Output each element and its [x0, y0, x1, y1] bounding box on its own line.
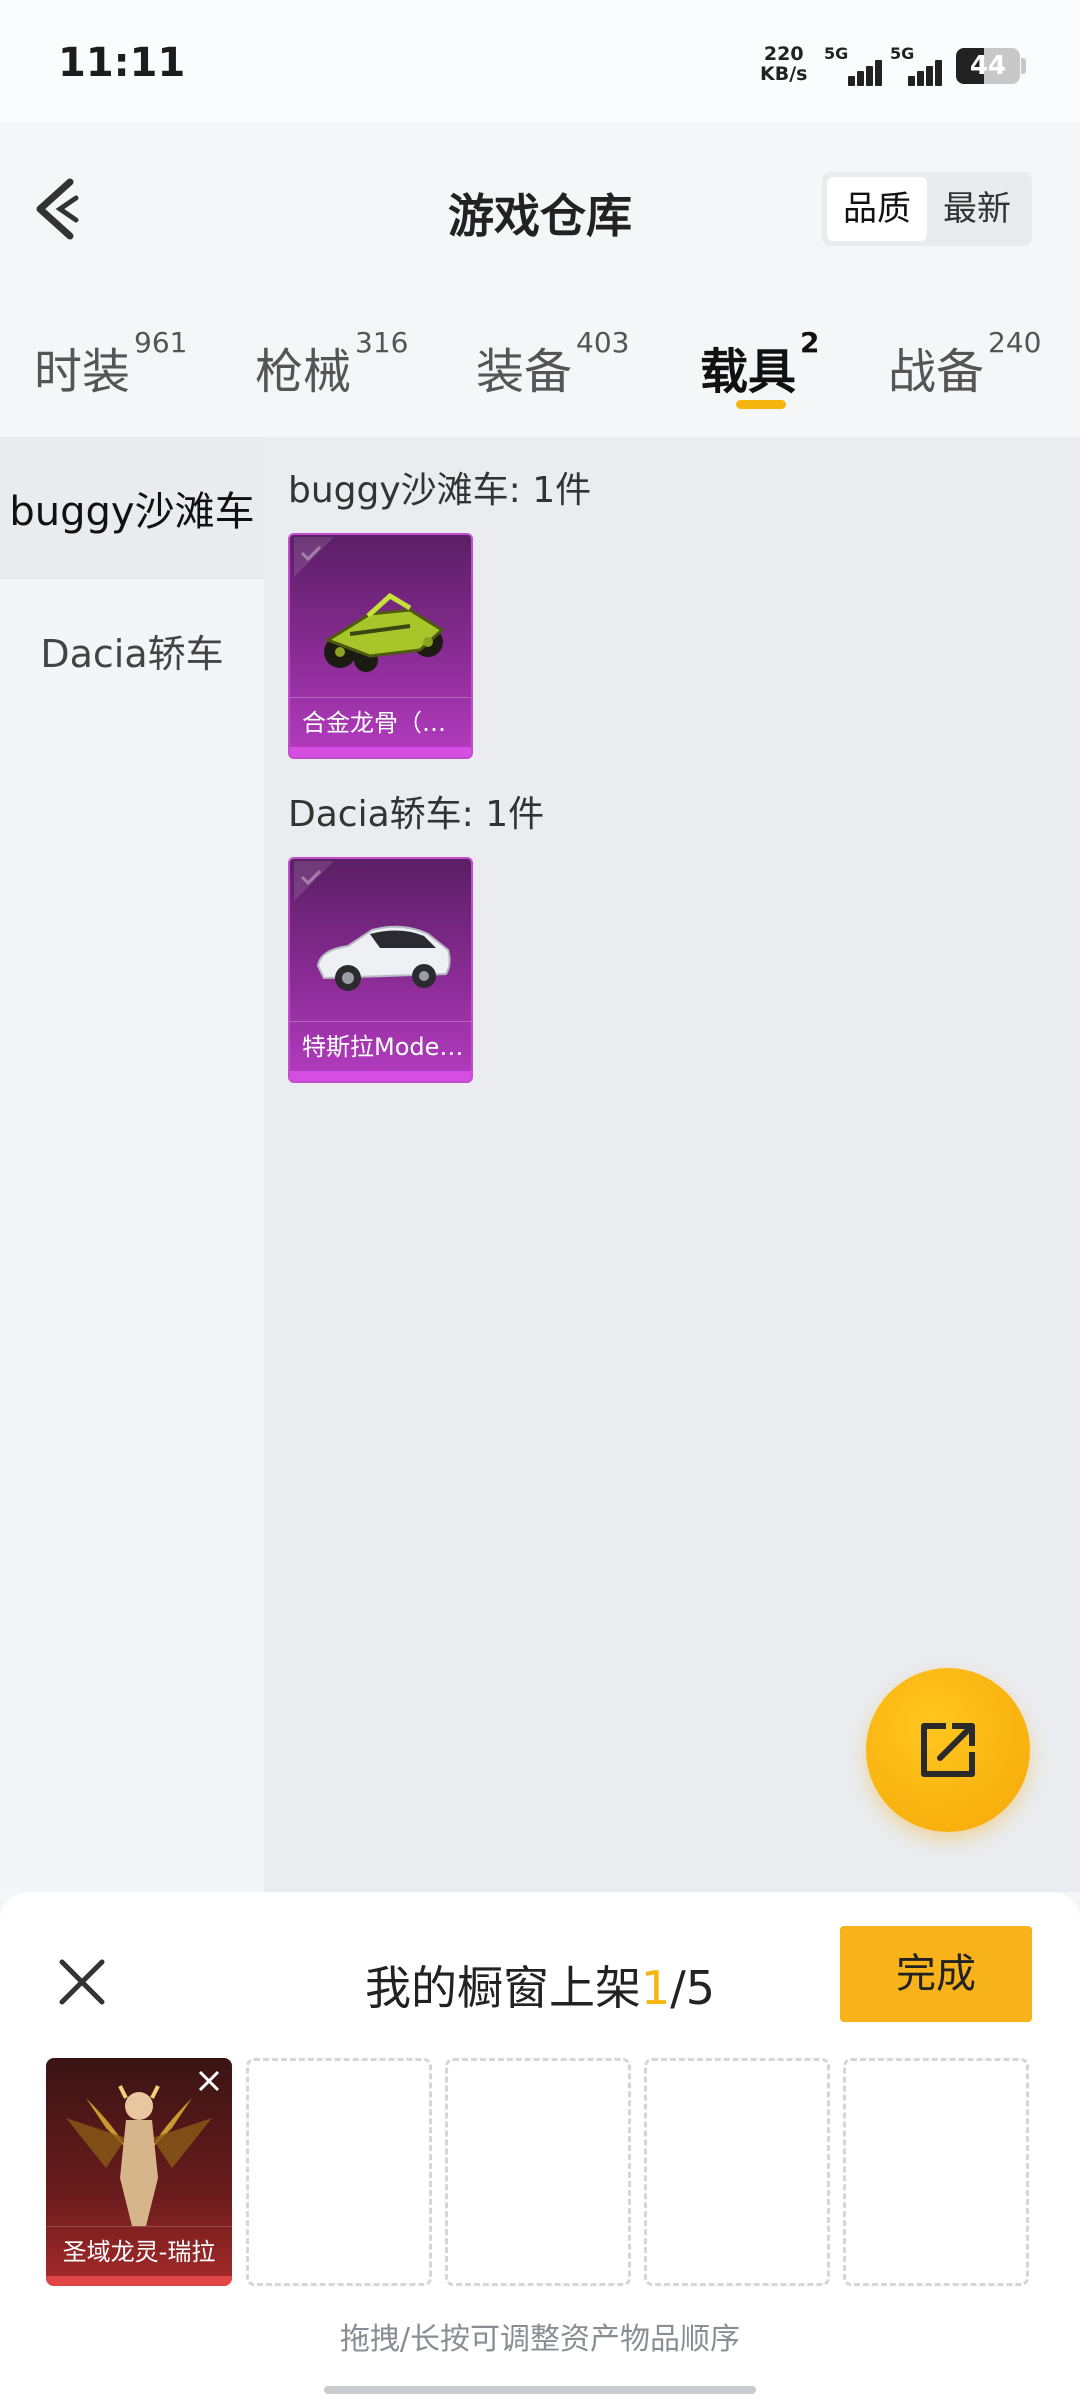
reorder-hint: 拖拽/长按可调整资产物品顺序	[339, 2322, 741, 2357]
tab-count: 316	[355, 326, 409, 359]
category-tabs: 时装961 枪械316 装备403 载具2 战备240	[0, 292, 1080, 437]
showcase-slot-empty[interactable]	[644, 2058, 830, 2286]
rarity-strip	[290, 747, 471, 757]
showcase-current-count: 1	[640, 1961, 671, 2015]
item-card[interactable]: 合金龙骨（…	[288, 533, 473, 759]
sidebar-item-dacia[interactable]: Dacia轿车	[0, 579, 264, 721]
showcase-title-text: 我的橱窗上架	[364, 1961, 641, 2015]
tab-count: 2	[800, 326, 820, 359]
back-icon[interactable]	[30, 174, 86, 244]
network-speed: 220 KB/s	[760, 44, 807, 84]
status-bar: 11:11 220 KB/s 5G 5G 44	[0, 0, 1080, 122]
showcase-slot-empty[interactable]	[445, 2058, 631, 2286]
battery-level: 44	[969, 51, 1007, 81]
rarity-strip	[46, 2276, 232, 2286]
rarity-strip	[290, 1071, 471, 1081]
showcase-slot-empty[interactable]	[843, 2058, 1029, 2286]
battery-tip	[1021, 58, 1026, 74]
tab-count: 240	[988, 326, 1042, 359]
signal-bars-1-icon	[830, 60, 882, 86]
group-title-buggy: buggy沙滩车: 1件	[288, 470, 592, 511]
battery-icon: 44	[956, 48, 1020, 84]
app-header: 游戏仓库 品质 最新	[0, 122, 1080, 292]
network-speed-unit: KB/s	[760, 63, 808, 85]
sort-option-newest[interactable]: 最新	[927, 177, 1027, 241]
showcase-slot-filled[interactable]: 圣域龙灵-瑞拉	[46, 2058, 232, 2286]
share-icon	[921, 1723, 975, 1777]
tab-equipment[interactable]: 装备403	[476, 326, 629, 402]
showcase-slot-empty[interactable]	[246, 2058, 432, 2286]
item-name: 特斯拉Mode…	[290, 1021, 471, 1071]
sort-toggle[interactable]: 品质 最新	[822, 172, 1032, 246]
item-card[interactable]: 特斯拉Mode…	[288, 857, 473, 1083]
remove-icon[interactable]	[192, 2064, 226, 2098]
tab-label: 载具	[700, 344, 797, 400]
check-icon[interactable]	[294, 861, 334, 901]
share-button[interactable]	[866, 1668, 1030, 1832]
tab-fashion[interactable]: 时装961	[34, 326, 187, 402]
showcase-total-count: /5	[670, 1961, 716, 2015]
showcase-item-name: 圣域龙灵-瑞拉	[46, 2226, 232, 2276]
done-button[interactable]: 完成	[840, 1926, 1032, 2022]
group-title-dacia: Dacia轿车: 1件	[288, 794, 545, 835]
tab-label: 战备	[888, 344, 985, 400]
item-name: 合金龙骨（…	[290, 697, 471, 747]
tab-label: 时装	[34, 344, 131, 400]
sort-option-quality[interactable]: 品质	[827, 177, 927, 241]
tab-vehicles[interactable]: 载具2	[700, 326, 820, 402]
close-icon[interactable]	[52, 1952, 112, 2012]
showcase-sheet: 我的橱窗上架1/5 完成 圣域龙灵-瑞拉 拖拽/长按可调整资产物品顺序	[0, 1892, 1080, 2400]
check-icon[interactable]	[294, 537, 334, 577]
tab-label: 枪械	[255, 344, 352, 400]
network-speed-value: 220	[763, 43, 804, 65]
signal-bars-2-icon	[900, 60, 948, 86]
tab-count: 961	[134, 326, 188, 359]
tab-count: 403	[576, 326, 630, 359]
tab-label: 装备	[476, 344, 573, 400]
tab-supplies[interactable]: 战备240	[888, 326, 1041, 402]
home-indicator[interactable]	[324, 2386, 756, 2394]
sidebar-item-buggy[interactable]: buggy沙滩车	[0, 437, 264, 579]
active-tab-indicator	[736, 400, 786, 409]
status-time: 11:11	[58, 40, 186, 86]
sidebar: buggy沙滩车 Dacia轿车	[0, 437, 264, 1892]
tab-weapons[interactable]: 枪械316	[255, 326, 408, 402]
buggy-vehicle-image	[324, 592, 445, 672]
sedan-vehicle-image	[316, 925, 451, 991]
